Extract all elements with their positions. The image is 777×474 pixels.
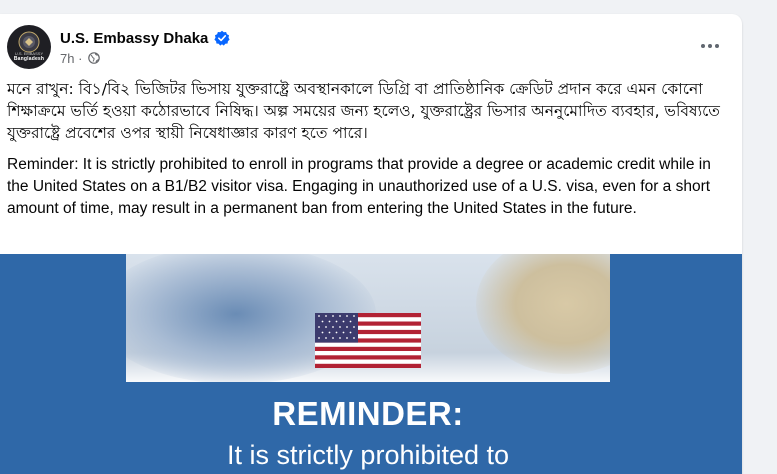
image-heading: REMINDER: bbox=[272, 395, 464, 432]
document-blur bbox=[476, 254, 610, 374]
post-card: U.S. EMBASSY Bangladesh U.S. Embassy Dha… bbox=[0, 14, 742, 474]
post-header: U.S. EMBASSY Bangladesh U.S. Embassy Dha… bbox=[0, 14, 742, 76]
more-options-button[interactable] bbox=[694, 34, 726, 58]
post-text-bengali: মনে রাখুন: বি১/বি২ ভিজিটর ভিসায় যুক্তরা… bbox=[7, 80, 720, 142]
us-flag-image bbox=[315, 313, 421, 368]
page-avatar[interactable]: U.S. EMBASSY Bangladesh bbox=[7, 25, 51, 69]
post-timestamp[interactable]: 7h bbox=[60, 51, 74, 66]
page-name-link[interactable]: U.S. Embassy Dhaka bbox=[60, 30, 208, 47]
verified-badge-icon bbox=[214, 30, 230, 46]
post-image[interactable]: REMINDER: It is strictly prohibited to bbox=[126, 254, 610, 474]
more-options-icon bbox=[701, 44, 705, 48]
avatar-label: Bangladesh bbox=[13, 56, 45, 62]
image-subtext: It is strictly prohibited to bbox=[226, 440, 510, 470]
globe-icon[interactable] bbox=[88, 52, 100, 64]
embassy-seal-icon bbox=[18, 31, 40, 53]
post-text-english: Reminder: It is strictly prohibited to e… bbox=[7, 156, 711, 217]
meta-separator: · bbox=[78, 51, 83, 66]
post-meta: 7h · bbox=[60, 51, 100, 66]
